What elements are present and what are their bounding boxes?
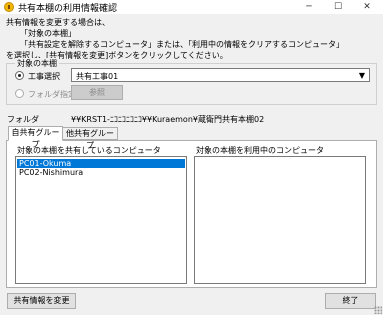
chevron-down-icon[interactable]: ▼ <box>359 71 365 80</box>
tab-other-group[interactable]: 他共有グループ <box>62 127 118 150</box>
sharing-computers-list[interactable]: PC01-Okuma PC02-Nishimura <box>15 156 187 284</box>
minimize-button[interactable]: ─ <box>294 0 324 14</box>
instruction-line-1: 共有情報を変更する場合は、 <box>6 18 110 27</box>
list-item[interactable]: PC02-Nishimura <box>17 168 185 177</box>
window-title: 共有本棚の利用情報確認 <box>18 4 118 14</box>
in-use-computers-label: 対象の本棚を利用中のコンピュータ <box>196 146 324 155</box>
construction-combo-value: 共有工事01 <box>76 72 119 81</box>
tab-own-group[interactable]: 自共有グループ <box>8 126 63 149</box>
construction-select-label: 工事選択 <box>28 72 60 81</box>
folder-specify-label: フォルダ指定 <box>28 90 76 99</box>
maximize-button[interactable]: ☐ <box>323 0 353 14</box>
target-shelf-group-title: 対象の本棚 <box>15 58 59 69</box>
resize-grip-icon[interactable] <box>374 306 382 314</box>
exit-button[interactable]: 終了 <box>325 293 376 309</box>
in-use-computers-list[interactable] <box>194 156 366 284</box>
change-share-info-button[interactable]: 共有情報を変更 <box>7 293 76 309</box>
app-icon <box>4 2 14 12</box>
folder-label: フォルダ <box>7 115 39 124</box>
instruction-line-3: 「共有設定を解除するコンピュータ」または、「利用中の情報をクリアするコンピュータ… <box>20 40 344 49</box>
close-button[interactable]: ✕ <box>352 0 382 14</box>
instructions: 共有情報を変更する場合は、 「対象の本棚」 「共有設定を解除するコンピュータ」ま… <box>6 17 344 61</box>
instruction-line-2: 「対象の本棚」 <box>20 29 76 38</box>
construction-select-radio[interactable] <box>15 71 24 80</box>
folder-path: ¥¥KRST1-ﾆｺﾆｺﾆｺﾆｺ¥¥Kuraemon¥蔵衛門共有本棚02 <box>71 115 265 124</box>
browse-button[interactable]: 参照 <box>71 85 123 100</box>
construction-combo[interactable]: 共有工事01 ▼ <box>71 68 370 82</box>
folder-specify-radio[interactable] <box>15 89 24 98</box>
list-item[interactable]: PC01-Okuma <box>17 159 185 168</box>
title-bar: 共有本棚の利用情報確認 ─ ☐ ✕ <box>0 0 383 14</box>
